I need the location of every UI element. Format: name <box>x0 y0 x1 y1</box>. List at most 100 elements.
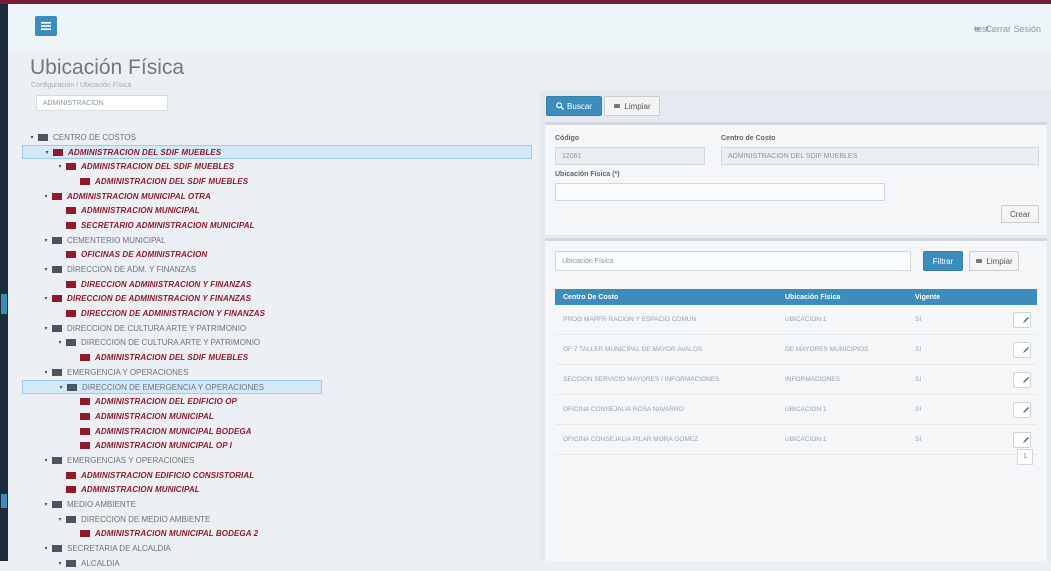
tree-node[interactable]: DIRECCION ADMINISTRACION Y FINANZAS <box>22 277 532 292</box>
search-icon <box>556 102 565 110</box>
tree-node[interactable]: ▾ DIRECCION DE MEDIO AMBIENTE <box>22 512 532 527</box>
tree-node[interactable]: DIRECCION DE ADMINISTRACION Y FINANZAS <box>22 306 532 321</box>
row-actions <box>977 371 1037 388</box>
tree-node[interactable]: ▾ ALCALDIA <box>22 556 532 571</box>
caret-down-icon[interactable]: ▾ <box>42 545 50 552</box>
caret-down-icon[interactable]: ▾ <box>42 457 50 464</box>
tree-node[interactable]: ADMINISTRACION MUNICIPAL <box>22 203 532 218</box>
tree-node[interactable]: ADMINISTRACION DEL SDIF MUEBLES <box>22 350 532 365</box>
tree-node[interactable]: ▾ DIRECCION DE CULTURA ARTE Y PATRIMONIO <box>22 321 532 336</box>
caret-down-icon[interactable]: ▾ <box>56 516 64 523</box>
tree-node[interactable]: ▾ ADMINISTRACION DEL SDIF MUEBLES <box>22 144 532 160</box>
caret-down-icon[interactable]: ▾ <box>42 193 50 200</box>
tree-node-label: ADMINISTRACION DEL SDIF MUEBLES <box>95 176 249 186</box>
caret-down-icon[interactable]: ▾ <box>42 295 50 302</box>
table-header: Centro De Costo Ubicación Física Vigente <box>555 289 1037 305</box>
edit-button[interactable] <box>1013 401 1031 418</box>
top-navbar: test ... Cerrar Sesión <box>8 4 1051 50</box>
folder-icon <box>80 412 90 420</box>
table-body: PROG MAPFR RACION Y ESPACIO COMUN UBICACI… <box>555 305 1037 455</box>
eraser-icon <box>976 259 983 263</box>
folder-icon <box>52 324 62 332</box>
list-clear-label: Limpiar <box>986 256 1013 266</box>
search-button[interactable]: Buscar <box>546 96 602 116</box>
tree-node-label: SECRETARIA DE ALCALDIA <box>67 544 171 554</box>
tree-search-input[interactable]: ADMINISTRACION <box>36 95 168 111</box>
filter-button[interactable]: Filtrar <box>923 251 963 271</box>
create-button[interactable]: Crear <box>1001 205 1039 223</box>
tree-node-label: ADMINISTRACION MUNICIPAL <box>81 206 200 216</box>
caret-down-icon[interactable]: ▾ <box>28 134 36 141</box>
tree-node[interactable]: ▾ EMERGENCIA Y OPERACIONES <box>22 365 532 380</box>
column-header[interactable]: Centro De Costo <box>555 294 777 301</box>
tree-node[interactable]: ▾ ADMINISTRACION MUNICIPAL OTRA <box>22 189 532 204</box>
cost-center-label: Centro de Costo <box>721 135 776 142</box>
caret-down-icon[interactable]: ▾ <box>56 163 64 170</box>
tree-node[interactable]: ▾ EMERGENCIAS Y OPERACIONES <box>22 453 532 468</box>
clear-button[interactable]: Limpiar <box>604 96 660 116</box>
detail-panel: Buscar Limpiar Código 12061 Centro de Co… <box>540 90 1051 561</box>
tree-node[interactable]: ▾ DIRECCION DE EMERGENCIA Y OPERACIONES <box>22 379 322 395</box>
code-field[interactable]: 12061 <box>555 147 705 165</box>
filter-input[interactable]: Ubicación Física <box>555 251 911 271</box>
table-cell: PROG MAPFR RACION Y ESPACIO COMUN <box>563 316 697 323</box>
folder-icon <box>66 207 76 215</box>
tree-node[interactable]: ▾ CENTRO DE COSTOS <box>22 130 532 145</box>
tree-node[interactable]: OFICINAS DE ADMINISTRACION <box>22 248 532 263</box>
tree-node[interactable]: ADMINISTRACION MUNICIPAL BODEGA 2 <box>22 527 532 542</box>
tree-node[interactable]: ADMINISTRACION EDIFICIO CONSISTORIAL <box>22 468 532 483</box>
tree-node[interactable]: ADMINISTRACION MUNICIPAL BODEGA <box>22 424 532 439</box>
table-row: OFICINA CONSEJALIA PILAR MORA GOMEZ UBICA… <box>555 425 1037 455</box>
tree-node[interactable]: SECRETARIO ADMINISTRACION MUNICIPAL <box>22 218 532 233</box>
folder-icon <box>80 427 90 435</box>
caret-down-icon[interactable]: ▾ <box>43 149 51 156</box>
tree-node[interactable]: ADMINISTRACION MUNICIPAL <box>22 409 532 424</box>
tree-node-label: ADMINISTRACION EDIFICIO CONSISTORIAL <box>81 470 255 480</box>
caret-down-icon[interactable]: ▾ <box>42 501 50 508</box>
column-header[interactable]: Ubicación Física <box>777 294 907 301</box>
tree-node[interactable]: ADMINISTRACION MUNICIPAL <box>22 483 532 498</box>
tree-node-label: DIRECCION DE EMERGENCIA Y OPERACIONES <box>82 382 264 392</box>
eraser-icon <box>614 104 621 108</box>
tree-node[interactable]: ▾ ADMINISTRACION DEL SDIF MUEBLES <box>22 159 532 174</box>
folder-icon <box>52 368 62 376</box>
tree-node[interactable]: ADMINISTRACION MUNICIPAL OP I <box>22 438 532 453</box>
caret-down-icon[interactable]: ▾ <box>42 237 50 244</box>
column-header[interactable]: Vigente <box>907 294 977 301</box>
sidebar-toggle-button[interactable] <box>35 16 57 36</box>
tree-node[interactable]: ▾ DIRECCION DE CULTURA ARTE Y PATRIMONIO <box>22 336 532 351</box>
location-field[interactable] <box>555 183 885 201</box>
caret-down-icon[interactable]: ▾ <box>42 266 50 273</box>
caret-down-icon[interactable]: ▾ <box>57 384 65 391</box>
edit-button[interactable] <box>1013 371 1031 388</box>
tree-node[interactable]: ▾ MEDIO AMBIENTE <box>22 497 532 512</box>
caret-down-icon[interactable]: ▾ <box>42 325 50 332</box>
edit-button[interactable] <box>1013 431 1031 448</box>
tree-node[interactable]: ADMINISTRACION DEL SDIF MUEBLES <box>22 174 532 189</box>
sign-out-icon <box>974 26 981 32</box>
caret-down-icon[interactable]: ▾ <box>42 369 50 376</box>
table-cell: SI <box>915 316 922 323</box>
folder-icon <box>66 280 76 288</box>
tree-node[interactable]: ▾ CEMENTERIO MUNICIPAL <box>22 233 532 248</box>
folder-icon <box>52 501 62 509</box>
list-clear-button[interactable]: Limpiar <box>969 251 1019 271</box>
table-cell: SI <box>915 346 922 353</box>
tree-node-label: ADMINISTRACION MUNICIPAL OP I <box>95 441 232 451</box>
logout-link[interactable]: Cerrar Sesión <box>973 24 1041 34</box>
tree-node-label: ALCALDIA <box>81 558 120 568</box>
tree-node[interactable]: ▾ DIRECCION DE ADM. Y FINANZAS <box>22 262 532 277</box>
table-cell: OFICINA CONSEJALIA PILAR MORA GOMEZ <box>563 436 699 443</box>
folder-icon <box>52 192 62 200</box>
tree-node[interactable]: ▾ DIRECCION DE ADMINISTRACION Y FINANZAS <box>22 292 532 307</box>
tree-node[interactable]: ADMINISTRACION DEL EDIFICIO OP <box>22 394 532 409</box>
pagination-page[interactable]: 1 <box>1017 449 1033 465</box>
tree-node-label: DIRECCION DE ADM. Y FINANZAS <box>67 265 197 275</box>
tree-node[interactable]: ▾ SECRETARIA DE ALCALDIA <box>22 541 532 556</box>
table-cell: OFICINA CONSEJALIA ROSA NAVARRO <box>563 406 684 413</box>
breadcrumb: Configuración / Ubicación Física <box>31 82 132 89</box>
edit-button[interactable] <box>1013 311 1031 328</box>
edit-button[interactable] <box>1013 341 1031 358</box>
cost-center-field[interactable]: ADMINISTRACION DEL SDIF MUEBLES <box>721 147 1039 165</box>
caret-down-icon[interactable]: ▾ <box>56 339 64 346</box>
